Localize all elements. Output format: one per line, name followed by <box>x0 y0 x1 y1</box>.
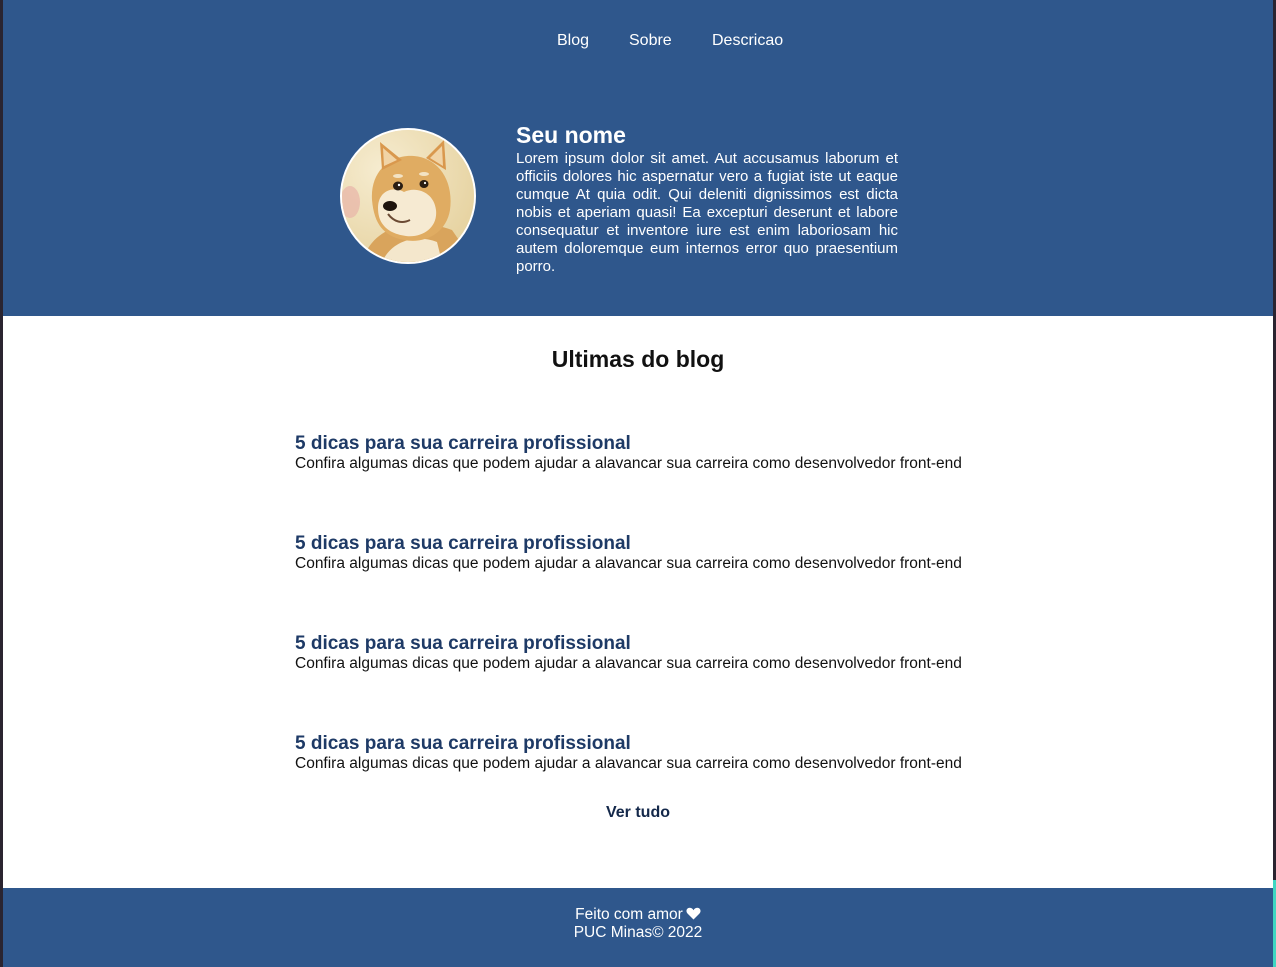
blog-post: 5 dicas para sua carreira profissional C… <box>295 434 1015 474</box>
nav-link-descricao[interactable]: Descricao <box>712 31 783 51</box>
post-description: Confira algumas dicas que podem ajudar a… <box>295 655 962 672</box>
footer-made-with-line: Feito com amor <box>3 906 1273 925</box>
see-all-link[interactable]: Ver tudo <box>606 804 670 821</box>
main-nav: Blog Sobre Descricao <box>3 31 1273 53</box>
blog-post: 5 dicas para sua carreira profissional C… <box>295 734 1015 774</box>
footer-made-with: Feito com amor <box>575 906 683 923</box>
footer: Feito com amor PUC Minas© 2022 <box>3 888 1273 967</box>
page: Blog Sobre Descricao Seu nome Lorem ipsu… <box>3 0 1273 967</box>
profile-name: Seu nome <box>516 122 626 148</box>
blog-section-title: Ultimas do blog <box>551 346 725 372</box>
post-description: Confira algumas dicas que podem ajudar a… <box>295 455 962 472</box>
post-title-link[interactable]: 5 dicas para sua carreira profissional <box>295 634 1015 654</box>
post-title-link[interactable]: 5 dicas para sua carreira profissional <box>295 534 1015 554</box>
nav-link-blog[interactable]: Blog <box>557 31 589 51</box>
blog-post: 5 dicas para sua carreira profissional C… <box>295 634 1015 674</box>
header: Blog Sobre Descricao Seu nome Lorem ipsu… <box>3 0 1273 316</box>
dog-avatar-icon <box>340 128 476 264</box>
post-description: Confira algumas dicas que podem ajudar a… <box>295 755 962 772</box>
post-title-link[interactable]: 5 dicas para sua carreira profissional <box>295 434 1015 454</box>
profile-bio: Lorem ipsum dolor sit amet. Aut accusamu… <box>516 150 898 275</box>
blog-post: 5 dicas para sua carreira profissional C… <box>295 534 1015 574</box>
see-all-container: Ver tudo <box>3 803 1273 823</box>
nav-link-sobre[interactable]: Sobre <box>629 31 672 51</box>
footer-copyright: PUC Minas© 2022 <box>573 924 703 941</box>
heart-icon <box>686 907 701 925</box>
post-title-link[interactable]: 5 dicas para sua carreira profissional <box>295 734 1015 754</box>
post-description: Confira algumas dicas que podem ajudar a… <box>295 555 962 572</box>
